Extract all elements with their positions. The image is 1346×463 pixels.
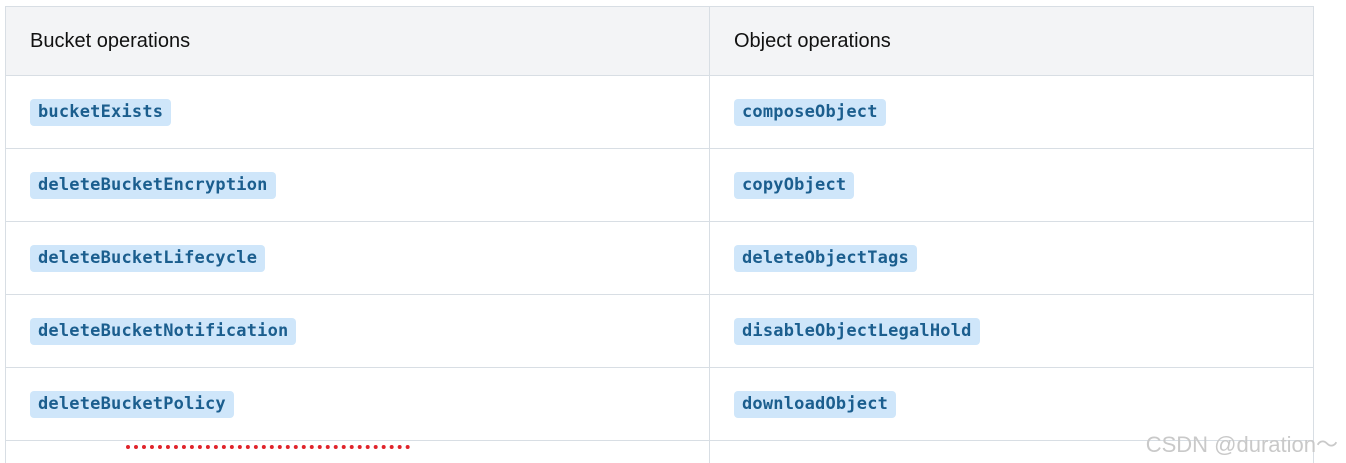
object-op-cell: composeObject — [709, 75, 1314, 149]
object-op-code[interactable]: copyObject — [734, 171, 855, 199]
bucket-op-cell: deleteBucketNotification — [5, 294, 710, 368]
table-row: bucketExists composeObject — [5, 75, 1314, 149]
bucket-op-code[interactable]: deleteBucketLifecycle — [30, 244, 266, 272]
header-bucket-operations: Bucket operations — [5, 6, 710, 76]
bucket-op-code[interactable]: deleteBucketEncryption — [30, 171, 276, 199]
object-op-code[interactable]: deleteObjectTags — [734, 244, 917, 272]
header-object-operations: Object operations — [709, 6, 1314, 76]
object-op-code[interactable]: downloadObject — [734, 390, 897, 418]
bucket-op-cell-empty — [5, 440, 710, 463]
bucket-op-code[interactable]: bucketExists — [30, 98, 172, 126]
object-op-cell: copyObject — [709, 148, 1314, 222]
table-row: deleteBucketEncryption copyObject — [5, 148, 1314, 222]
red-dotted-underline — [126, 445, 410, 449]
object-op-code[interactable]: composeObject — [734, 98, 886, 126]
table-row: deleteBucketPolicy downloadObject — [5, 367, 1314, 441]
object-op-code[interactable]: disableObjectLegalHold — [734, 317, 980, 345]
table-row: deleteBucketLifecycle deleteObjectTags — [5, 221, 1314, 295]
table-row-partial — [5, 440, 1314, 463]
bucket-op-code[interactable]: deleteBucketPolicy — [30, 390, 234, 418]
object-op-cell: disableObjectLegalHold — [709, 294, 1314, 368]
operations-table: Bucket operations Object operations buck… — [5, 6, 1314, 463]
bucket-op-cell: deleteBucketLifecycle — [5, 221, 710, 295]
bucket-op-code[interactable]: deleteBucketNotification — [30, 317, 297, 345]
watermark: CSDN @duration～ — [1145, 432, 1338, 457]
object-op-cell: deleteObjectTags — [709, 221, 1314, 295]
bucket-op-cell: deleteBucketEncryption — [5, 148, 710, 222]
bucket-op-cell: bucketExists — [5, 75, 710, 149]
page: Bucket operations Object operations buck… — [0, 0, 1346, 463]
table-row: deleteBucketNotification disableObjectLe… — [5, 294, 1314, 368]
bucket-op-cell: deleteBucketPolicy — [5, 367, 710, 441]
table-header-row: Bucket operations Object operations — [5, 6, 1314, 76]
